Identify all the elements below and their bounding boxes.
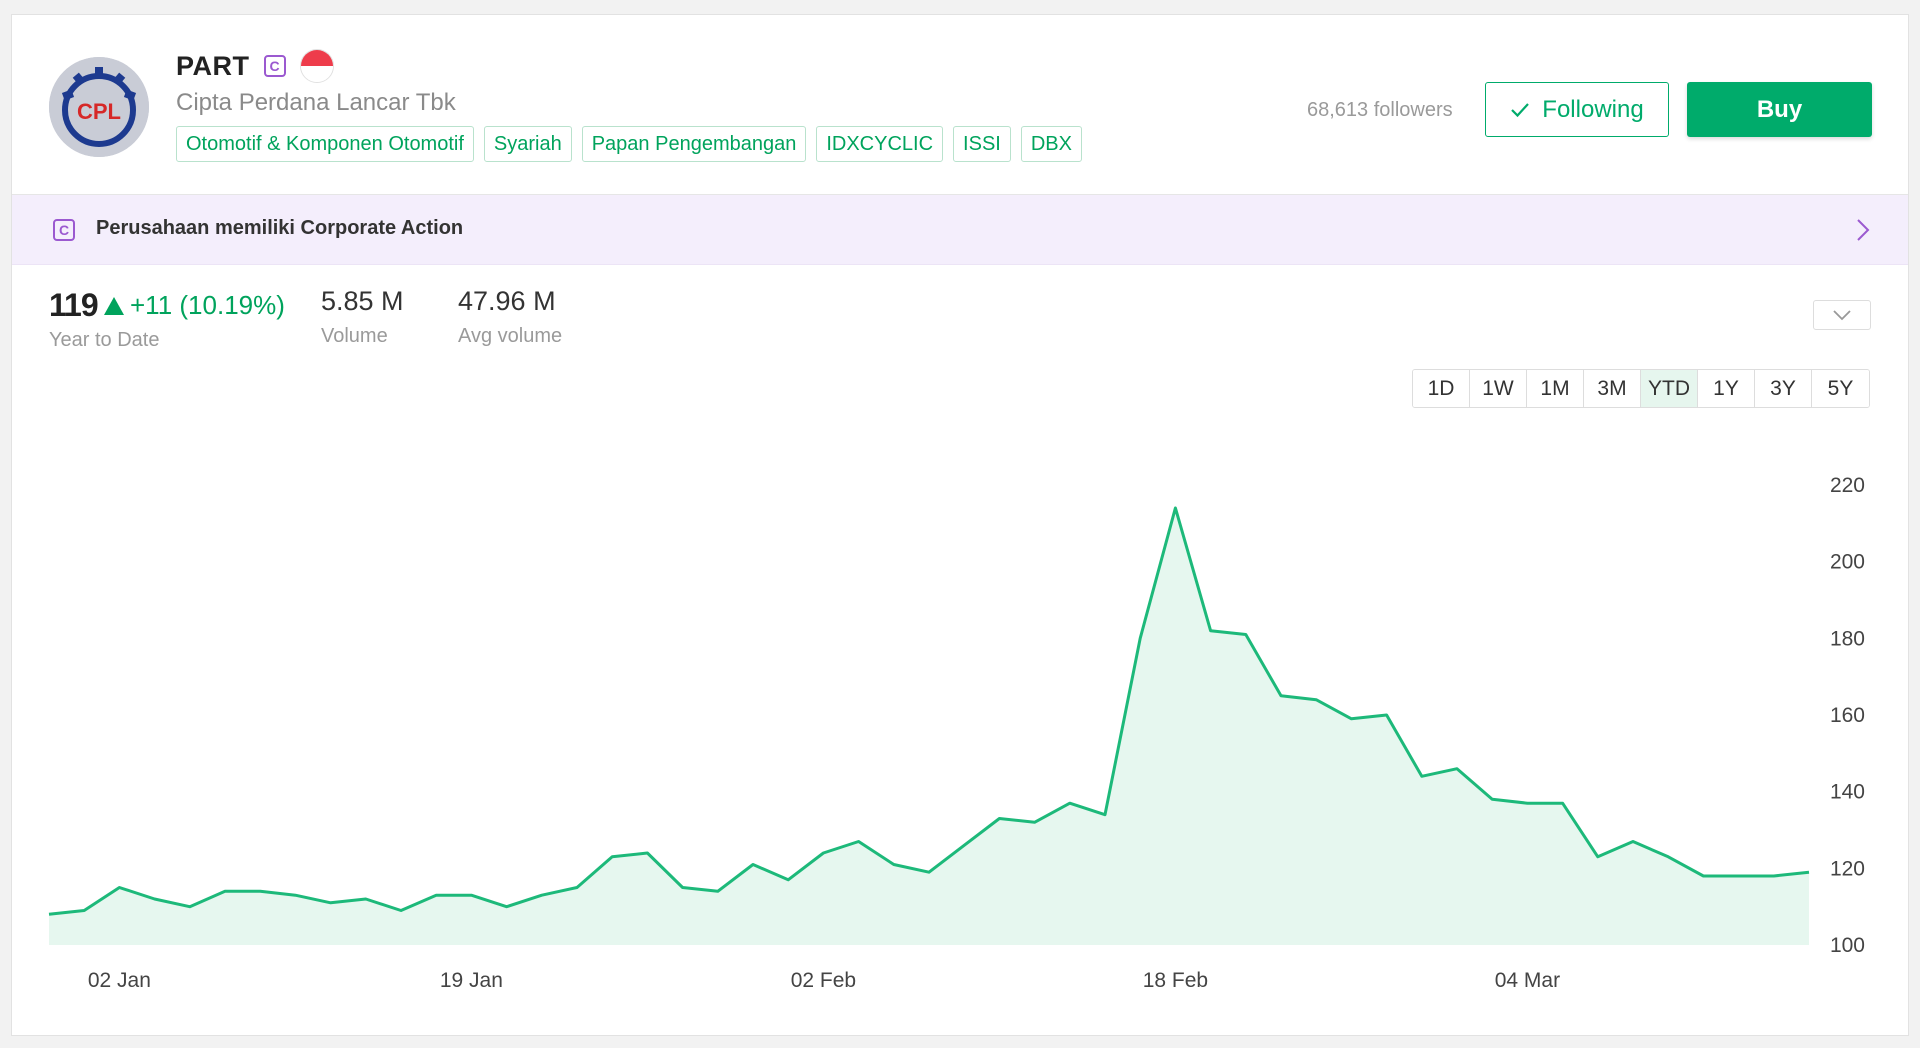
y-tick-label: 180 [1830, 627, 1865, 650]
y-tick-label: 220 [1830, 474, 1865, 497]
y-tick-label: 200 [1830, 551, 1865, 574]
y-tick-label: 120 [1830, 857, 1865, 880]
price-area [49, 508, 1809, 945]
stock-card: CPL PART C Cipta Perdana Lancar Tbk Otom… [11, 14, 1909, 1036]
x-tick-label: 02 Jan [88, 969, 151, 992]
y-tick-label: 100 [1830, 934, 1865, 957]
y-tick-label: 160 [1830, 704, 1865, 727]
price-chart[interactable]: 100 120 140 160 180 200 220 02 Jan 19 Jan 02 Feb 1… [12, 15, 1910, 1037]
x-tick-label: 04 Mar [1495, 969, 1560, 992]
y-tick-label: 140 [1830, 781, 1865, 804]
x-tick-label: 19 Jan [440, 969, 503, 992]
x-tick-label: 18 Feb [1143, 969, 1208, 992]
x-tick-label: 02 Feb [791, 969, 856, 992]
